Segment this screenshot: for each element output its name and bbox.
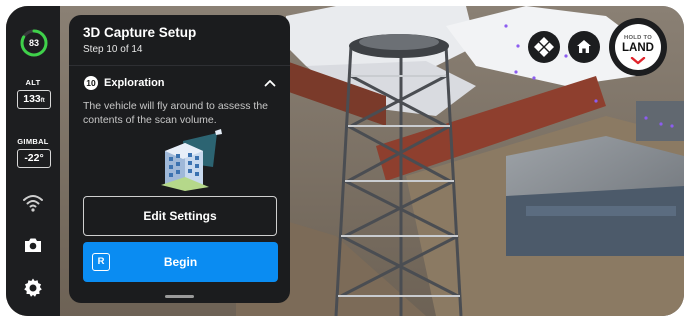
battery-percent: 83 xyxy=(28,38,39,48)
drag-handle[interactable] xyxy=(165,295,194,298)
divider xyxy=(69,65,290,66)
chevron-up-icon[interactable] xyxy=(262,75,278,91)
panel-title: 3D Capture Setup xyxy=(83,25,197,40)
chevron-down-icon xyxy=(630,57,646,65)
building-scan-illustration xyxy=(161,129,222,191)
return-home-button[interactable] xyxy=(568,31,600,63)
altitude-label: ALT xyxy=(25,78,41,87)
gimbal-label: GIMBAL xyxy=(17,137,49,146)
land-button-face: HOLD TO LAND xyxy=(615,24,661,70)
dpad-icon xyxy=(534,37,554,57)
capture-setup-panel: 3D Capture Setup Step 10 of 14 10 Explor… xyxy=(69,15,290,303)
section-title: Exploration xyxy=(104,77,165,89)
land-hint: HOLD TO xyxy=(623,35,653,41)
altitude-unit: ft xyxy=(40,98,45,104)
begin-button[interactable]: R Begin xyxy=(83,242,278,282)
altitude-value: 133 xyxy=(23,93,41,105)
r-key-hint: R xyxy=(92,253,110,271)
status-rail: 83 ALT 133ft GIMBAL -22° xyxy=(6,6,60,316)
wifi-signal-icon[interactable] xyxy=(21,191,45,215)
step-number-badge: 10 xyxy=(84,76,98,90)
edit-settings-button[interactable]: Edit Settings xyxy=(83,196,277,236)
drone-flight-view: 83 ALT 133ft GIMBAL -22° 3D Capture Setu… xyxy=(6,6,684,316)
begin-button-label: Begin xyxy=(163,255,198,269)
step-counter: Step 10 of 14 xyxy=(83,44,143,55)
home-icon xyxy=(577,40,591,53)
land-label: LAND xyxy=(622,42,654,54)
gimbal-readout: -22° xyxy=(17,149,51,168)
hold-to-land-button[interactable]: HOLD TO LAND xyxy=(609,18,667,76)
dpad-button[interactable] xyxy=(528,31,560,63)
camera-icon[interactable] xyxy=(21,233,45,257)
step-description: The vehicle will fly around to assess th… xyxy=(83,100,269,126)
gear-icon[interactable] xyxy=(21,276,45,300)
altitude-readout: 133ft xyxy=(17,90,51,109)
